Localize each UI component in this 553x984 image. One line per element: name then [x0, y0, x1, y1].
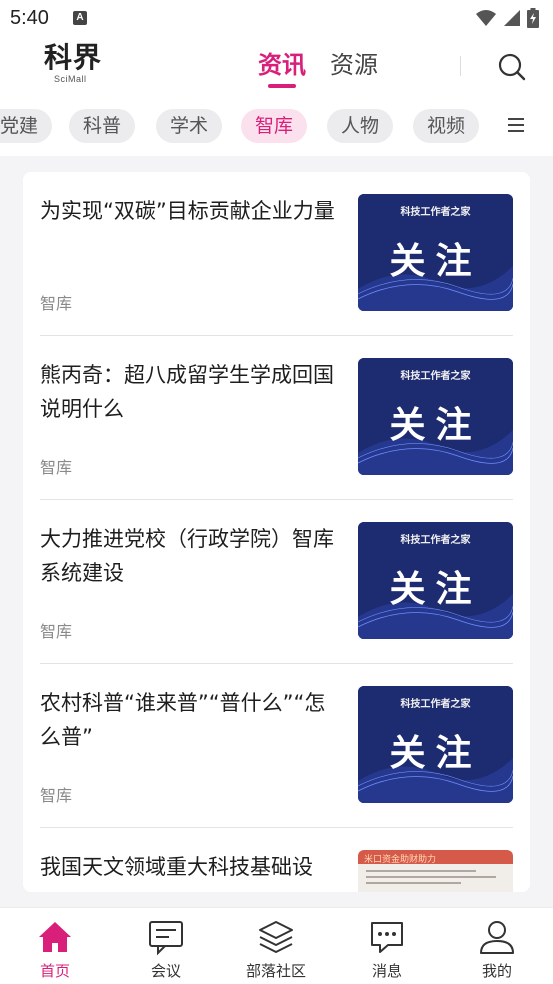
article-title[interactable]: 大力推进党校（行政学院）智库系统建设: [40, 522, 342, 590]
category-chip-bar: 党建 科普 学术 智库 人物 视频: [0, 96, 553, 156]
list-item[interactable]: 大力推进党校（行政学院）智库系统建设 智库 科技工作者之家 关注: [40, 500, 513, 664]
message-icon: [371, 922, 403, 953]
article-title[interactable]: 为实现“双碳”目标贡献企业力量: [40, 194, 342, 228]
thumbnail-caption: 科技工作者之家: [400, 207, 471, 218]
search-icon[interactable]: [497, 52, 527, 82]
article-tag: 智库: [40, 786, 73, 805]
article-thumbnail[interactable]: 科技工作者之家 关注: [358, 522, 513, 639]
thumbnail-header-bar: 米口资金助财助力: [358, 850, 513, 865]
thumbnail-caption: 科技工作者之家: [400, 535, 471, 546]
article-title[interactable]: 我国天文领域重大科技基础设: [40, 850, 342, 884]
list-item[interactable]: 我国天文领域重大科技基础设 米口资金助财助力: [40, 828, 513, 892]
scimall-logo: 科界 SciMall: [44, 42, 104, 90]
nav-messages[interactable]: 消息: [342, 918, 432, 981]
nav-label: 会议: [150, 962, 181, 980]
nav-community[interactable]: 部落社区: [231, 918, 321, 981]
active-tab-indicator: [268, 84, 296, 88]
header-divider: [460, 56, 461, 76]
doc-line: [366, 882, 461, 884]
nav-home[interactable]: 首页: [10, 918, 100, 981]
article-title[interactable]: 农村科普“谁来普”“普什么”“怎么普”: [40, 686, 342, 754]
tab-resources[interactable]: 资源: [330, 45, 378, 80]
home-icon: [39, 922, 71, 952]
list-item[interactable]: 熊丙奇：超八成留学生学成回国说明什么 智库 科技工作者之家 关注: [40, 336, 513, 500]
chip-xueshu[interactable]: 学术: [156, 109, 223, 143]
thumbnail-caption: 科技工作者之家: [400, 371, 471, 382]
chip-kepu[interactable]: 科普: [69, 109, 136, 143]
article-thumbnail[interactable]: 米口资金助财助力: [358, 850, 513, 892]
wifi-icon: [476, 10, 496, 26]
thumbnail-headline: 关注: [389, 733, 482, 774]
thumbnail-headline: 关注: [389, 241, 482, 282]
doc-line: [366, 876, 496, 878]
nav-label: 部落社区: [245, 962, 306, 980]
chip-zhiku[interactable]: 智库: [241, 109, 308, 143]
meeting-icon: [149, 921, 183, 956]
chip-shipin[interactable]: 视频: [413, 109, 480, 143]
list-item[interactable]: 为实现“双碳”目标贡献企业力量 智库 科技工作者之家 关注: [40, 172, 513, 336]
nav-label: 消息: [371, 962, 402, 980]
bottom-nav: 首页 会议 部落社区 消息 我的: [0, 907, 553, 984]
article-tag: 智库: [40, 458, 73, 477]
logo-sub-text: SciMall: [54, 74, 87, 84]
layers-icon: [259, 921, 293, 953]
status-icons: [475, 8, 539, 28]
nav-label: 我的: [481, 962, 512, 980]
chip-dangjian[interactable]: 党建: [0, 109, 53, 143]
doc-line: [366, 870, 476, 872]
menu-icon[interactable]: [503, 114, 529, 138]
person-icon: [480, 921, 514, 954]
thumbnail-headline: 关注: [389, 569, 482, 610]
list-item[interactable]: 农村科普“谁来普”“普什么”“怎么普” 智库 科技工作者之家 关注: [40, 664, 513, 828]
article-tag: 智库: [40, 622, 73, 641]
article-thumbnail[interactable]: 科技工作者之家 关注: [358, 194, 513, 311]
chip-renwu[interactable]: 人物: [327, 109, 394, 143]
article-thumbnail[interactable]: 科技工作者之家 关注: [358, 686, 513, 803]
article-list: 为实现“双碳”目标贡献企业力量 智库 科技工作者之家 关注 熊丙奇：超八成留学生…: [23, 172, 530, 892]
battery-icon: [527, 8, 539, 28]
thumbnail-header-text: 米口资金助财助力: [364, 855, 437, 865]
thumbnail-headline: 关注: [389, 405, 482, 446]
tab-news[interactable]: 资讯: [258, 45, 306, 80]
app-header: 科界 SciMall 资讯 资源: [0, 36, 553, 96]
article-title[interactable]: 熊丙奇：超八成留学生学成回国说明什么: [40, 358, 342, 426]
status-time: 5:40: [10, 7, 49, 29]
logo-main-text: 科界: [44, 41, 103, 74]
notification-a-icon: A: [73, 11, 87, 25]
signal-icon: [504, 10, 520, 26]
nav-profile[interactable]: 我的: [452, 918, 542, 981]
thumbnail-caption: 科技工作者之家: [400, 699, 471, 710]
nav-label: 首页: [39, 962, 70, 980]
article-thumbnail[interactable]: 科技工作者之家 关注: [358, 358, 513, 475]
status-bar: 5:40 A: [0, 0, 553, 36]
nav-meeting[interactable]: 会议: [121, 918, 211, 981]
article-tag: 智库: [40, 294, 73, 313]
